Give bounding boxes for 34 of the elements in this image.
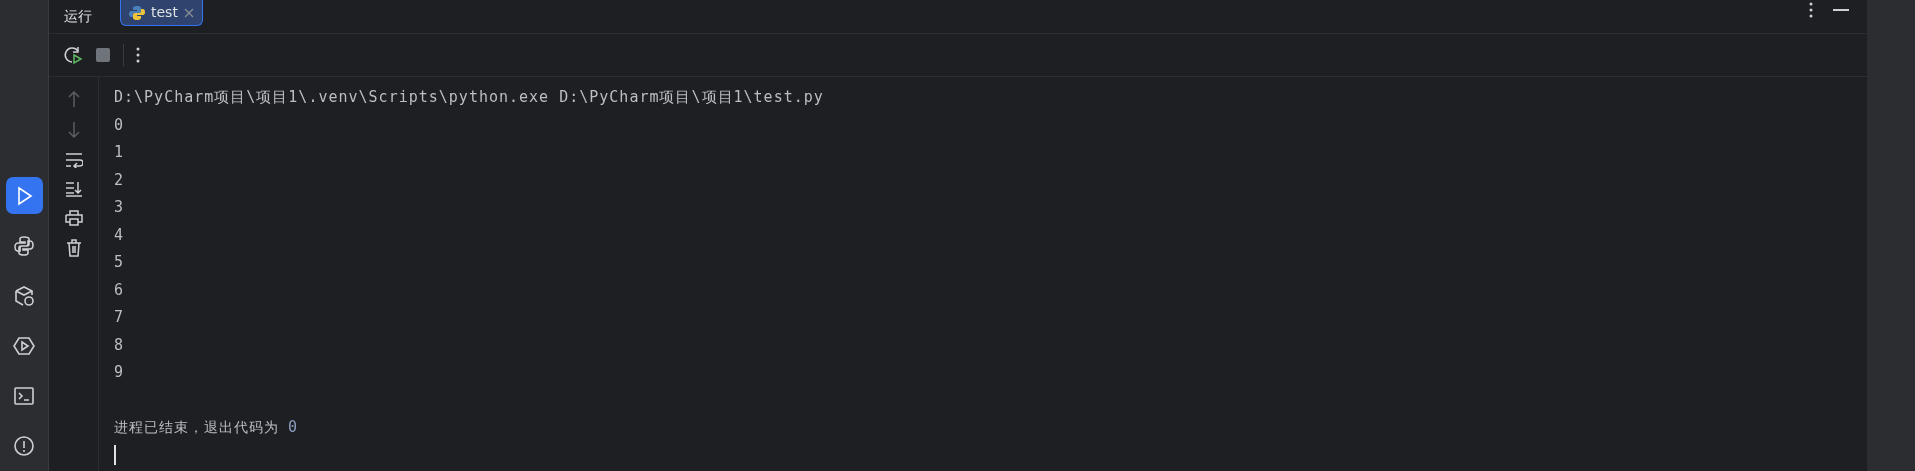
trash-icon[interactable] [65,239,82,257]
output-line: 6 [114,279,126,301]
command-line: D:\PyCharm项目\项目1\.venv\Scripts\python.exe D:\PyCharm项目\项目1\test.py [114,87,825,108]
output-line: 7 [114,307,126,328]
output-line: 0 [114,114,126,136]
output-line: 9 [114,362,126,383]
exit-code: 0 [288,417,299,438]
more-options-icon[interactable] [1809,2,1813,18]
hexagon-play-icon [13,334,35,357]
run-tab[interactable]: test [120,0,203,26]
terminal-icon [13,384,35,407]
output-line: 4 [114,224,126,246]
output-line: 1 [114,142,126,163]
close-icon[interactable] [183,7,194,18]
python-icon [129,4,145,21]
output-line: 2 [114,169,126,191]
output-line: 5 [114,252,126,273]
rerun-icon[interactable] [63,45,83,65]
soft-wrap-icon[interactable] [64,152,83,168]
more-options-icon[interactable] [136,47,140,63]
text-cursor [114,445,116,465]
warning-icon [13,434,35,457]
exit-message: 进程已结束，退出代码为 [114,418,279,437]
tool-window-button[interactable] [5,177,43,214]
print-icon[interactable] [64,210,83,226]
output-line: 3 [114,197,126,218]
panel-title: 运行 [64,7,92,26]
stop-icon[interactable] [95,47,111,63]
python-icon [13,234,35,257]
package-icon [13,284,35,307]
scroll-to-end-icon[interactable] [64,181,83,197]
down-arrow-icon[interactable] [65,121,82,139]
output-line: 8 [114,334,126,356]
minimize-icon[interactable] [1833,8,1849,12]
